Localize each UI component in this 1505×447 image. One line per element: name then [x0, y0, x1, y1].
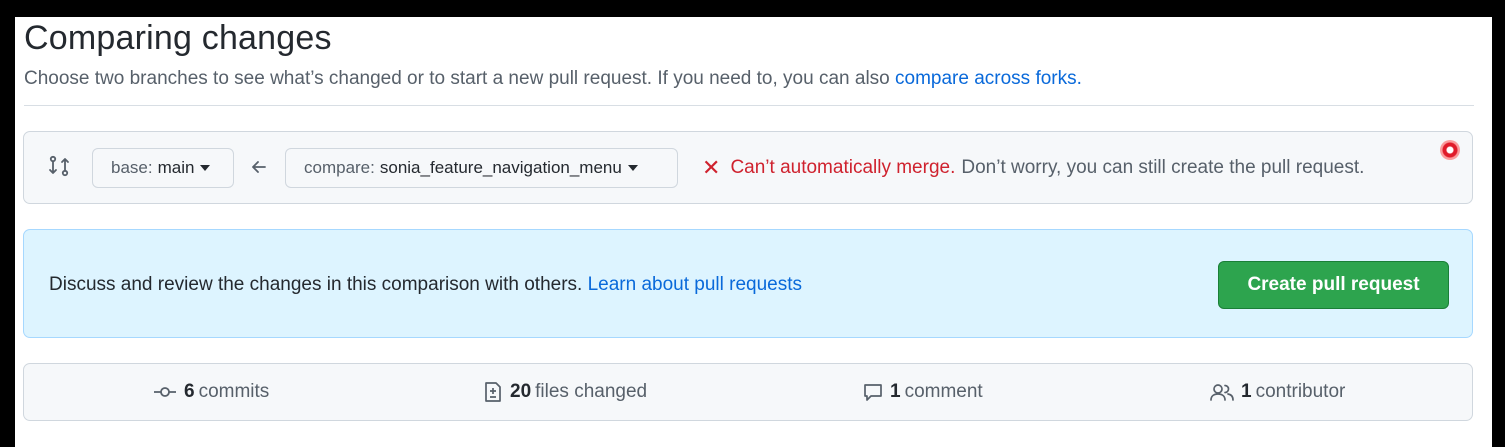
git-compare-icon: [49, 155, 69, 177]
comments-count: 1: [890, 381, 901, 402]
comment-icon: [864, 384, 882, 401]
base-branch-select[interactable]: base: main: [92, 148, 234, 188]
commit-icon: [154, 387, 176, 397]
create-pull-request-button[interactable]: Create pull request: [1218, 261, 1449, 309]
people-icon: [1210, 384, 1234, 401]
compare-page: Comparing changes Choose two branches to…: [15, 17, 1492, 447]
commits-count: 6: [184, 381, 195, 402]
contributors-tab[interactable]: 1 contributor: [1209, 381, 1345, 403]
header-divider: [24, 105, 1474, 106]
merge-status-label: Can’t automatically merge.: [730, 157, 956, 178]
files-changed-tab[interactable]: 20 files changed: [482, 381, 647, 403]
compare-branch-name: sonia_feature_navigation_menu: [379, 158, 622, 177]
mouse-cursor-indicator: [1440, 140, 1460, 160]
file-diff-icon: [485, 382, 501, 402]
discuss-message: Discuss and review the changes in this c…: [49, 274, 802, 296]
base-prefix: base:: [111, 158, 153, 177]
merge-status-note: Don’t worry, you can still create the pu…: [961, 157, 1365, 178]
merge-status: ✕ Can’t automatically merge. Don’t worry…: [702, 157, 1364, 179]
compare-across-forks-link[interactable]: compare across forks.: [895, 68, 1082, 89]
chevron-down-icon: [200, 165, 211, 171]
comparison-summary: 6 commits 20 files changed 1 comment 1 c…: [23, 363, 1473, 421]
range-editor: base: main compare: sonia_feature_naviga…: [23, 131, 1473, 204]
contributors-label: contributor: [1255, 381, 1346, 402]
files-count: 20: [510, 381, 532, 402]
comments-label: comment: [904, 381, 983, 402]
comments-tab[interactable]: 1 comment: [862, 381, 983, 403]
learn-pull-requests-link[interactable]: Learn about pull requests: [588, 274, 802, 295]
commits-tab[interactable]: 6 commits: [152, 381, 269, 403]
page-subtitle: Choose two branches to see what’s change…: [24, 68, 1082, 90]
discuss-blankslate: Discuss and review the changes in this c…: [23, 229, 1473, 338]
x-icon: ✕: [702, 155, 721, 180]
commits-label: commits: [198, 381, 270, 402]
base-branch-name: main: [157, 158, 195, 177]
discuss-text: Discuss and review the changes in this c…: [49, 274, 583, 295]
subtitle-text: Choose two branches to see what’s change…: [24, 68, 890, 89]
chevron-down-icon: [627, 165, 638, 171]
compare-branch-select[interactable]: compare: sonia_feature_navigation_menu: [285, 148, 678, 188]
contributors-count: 1: [1241, 381, 1252, 402]
arrow-left-icon: [252, 161, 266, 173]
files-label: files changed: [535, 381, 648, 402]
compare-prefix: compare:: [304, 158, 375, 177]
page-title: Comparing changes: [24, 19, 332, 57]
